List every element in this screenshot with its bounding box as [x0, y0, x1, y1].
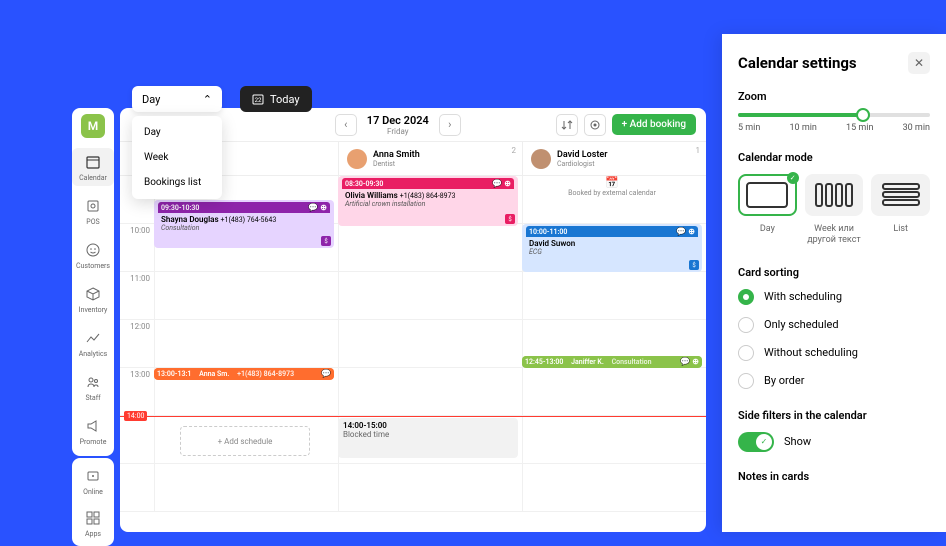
check-icon: ✓	[787, 172, 799, 184]
sort-by-order[interactable]: By order	[738, 373, 930, 389]
zoom-label: Zoom	[738, 90, 930, 103]
sidebar-item-analytics[interactable]: Analytics	[72, 324, 114, 362]
blocked-time[interactable]: 14:00-15:00 Blocked time	[338, 418, 518, 458]
sort-without-scheduling[interactable]: Without scheduling	[738, 345, 930, 361]
view-dropdown-menu: Day Week Bookings list	[132, 116, 222, 199]
message-icon: 💬 ⊕	[676, 227, 695, 236]
user-avatar[interactable]: M	[81, 114, 105, 138]
prev-day-button[interactable]: ‹	[335, 114, 357, 136]
calendar-grid: 9:00 10:00 11:00 12:00 13:00 08:30-09:30…	[120, 176, 706, 532]
online-icon	[83, 466, 103, 486]
hour-label: 13:00	[120, 368, 154, 415]
add-schedule-button[interactable]: + Add schedule	[180, 426, 310, 456]
main-sidebar: M Calendar POS Customers Inventory Analy…	[72, 108, 114, 456]
sidebar-label: Apps	[85, 530, 101, 538]
hour-label: 12:00	[120, 320, 154, 367]
settings-title: Calendar settings	[738, 54, 857, 72]
sidebar-item-customers[interactable]: Customers	[72, 236, 114, 274]
sidebar-label: Staff	[85, 394, 100, 402]
radio-icon	[738, 317, 754, 333]
dropdown-option-week[interactable]: Week	[132, 145, 222, 170]
add-booking-button[interactable]: + Add booking	[612, 114, 696, 135]
sidebar-item-pos[interactable]: POS	[72, 192, 114, 230]
now-indicator	[120, 416, 706, 417]
sidebar-bottom: Online Apps	[72, 458, 114, 546]
radio-icon	[738, 373, 754, 389]
sidebar-label: Analytics	[79, 350, 108, 358]
radio-icon	[738, 345, 754, 361]
settings-button[interactable]	[584, 114, 606, 136]
message-icon: 💬 ⊕	[308, 203, 327, 212]
staff-icon	[83, 372, 103, 392]
dollar-badge: $	[321, 236, 331, 246]
staff-column-header[interactable]: Anna SmithDentist 2	[338, 142, 522, 175]
message-icon: 💬 ⊕	[492, 179, 511, 188]
apps-icon	[83, 508, 103, 528]
dollar-badge: $	[505, 214, 515, 224]
radio-icon	[738, 289, 754, 305]
mode-day-card[interactable]: ✓	[738, 174, 797, 216]
staff-column-header[interactable]: David LosterCardiologist 1	[522, 142, 706, 175]
next-day-button[interactable]: ›	[439, 114, 461, 136]
booking-card[interactable]: 09:30-10:30💬 ⊕ Shayna Douglas +1(483) 76…	[154, 200, 334, 248]
calendar-small-icon: 22	[252, 93, 264, 105]
sidebar-item-calendar[interactable]: Calendar	[72, 148, 114, 186]
sidebar-item-staff[interactable]: Staff	[72, 368, 114, 406]
message-icon: 💬	[321, 369, 331, 378]
notes-label: Notes in cards	[738, 470, 930, 483]
sort-only-scheduled[interactable]: Only scheduled	[738, 317, 930, 333]
sidebar-label: Promote	[80, 438, 107, 446]
sidebar-item-promote[interactable]: Promote	[72, 412, 114, 450]
sort-with-scheduling[interactable]: With scheduling	[738, 289, 930, 305]
dollar-badge: $	[689, 260, 699, 270]
side-filters-label: Side filters in the calendar	[738, 409, 930, 422]
today-button[interactable]: 22 Today	[240, 86, 312, 112]
sidebar-item-online[interactable]: Online	[72, 462, 114, 500]
sidebar-label: POS	[86, 218, 99, 226]
promote-icon	[83, 416, 103, 436]
dropdown-option-day[interactable]: Day	[132, 120, 222, 145]
customers-icon	[83, 240, 103, 260]
avatar	[347, 149, 367, 169]
sidebar-item-inventory[interactable]: Inventory	[72, 280, 114, 318]
dropdown-option-bookings-list[interactable]: Bookings list	[132, 170, 222, 195]
current-date: 17 Dec 2024	[367, 114, 429, 127]
analytics-icon	[83, 328, 103, 348]
hour-label: 10:00	[120, 224, 154, 271]
zoom-slider[interactable]	[738, 113, 930, 117]
chevron-up-icon: ⌃	[203, 93, 212, 106]
slider-thumb[interactable]	[856, 108, 870, 122]
view-dropdown-button[interactable]: Day ⌃	[132, 86, 222, 112]
avatar	[531, 149, 551, 169]
card-sorting-label: Card sorting	[738, 266, 930, 279]
close-button[interactable]: ✕	[908, 52, 930, 74]
sidebar-label: Customers	[76, 262, 110, 270]
mode-list-card[interactable]	[871, 174, 930, 216]
sidebar-label: Calendar	[79, 174, 107, 182]
message-icon: 💬 ⊕	[680, 357, 699, 366]
external-calendar-booking[interactable]: 📅 Booked by external calendar	[522, 176, 702, 216]
sidebar-label: Online	[83, 488, 103, 496]
hour-label: 11:00	[120, 272, 154, 319]
inventory-icon	[83, 284, 103, 304]
booking-card[interactable]: 08:30-09:30💬 ⊕ Olivia Williams +1(483) 8…	[338, 176, 518, 226]
now-time-tag: 14:00	[124, 411, 147, 421]
calendar-settings-panel: Calendar settings ✕ Zoom 5 min 10 min 15…	[722, 34, 946, 532]
booking-card[interactable]: 13:00-13:1 Anna Sm. +1(483) 864-8973💬	[154, 368, 334, 380]
sidebar-item-apps[interactable]: Apps	[72, 504, 114, 542]
date-nav: ‹ 17 Dec 2024 Friday ›	[335, 114, 461, 136]
booking-card[interactable]: 12:45-13:00 Janiffer K. Consultation💬 ⊕	[522, 356, 702, 368]
sort-button[interactable]	[556, 114, 578, 136]
calendar-mode-label: Calendar mode	[738, 151, 930, 164]
mode-week-card[interactable]	[805, 174, 864, 216]
calendar-icon	[83, 152, 103, 172]
pos-icon	[83, 196, 103, 216]
booking-card[interactable]: 10:00-11:00💬 ⊕ David SuwonECG $	[522, 224, 702, 272]
svg-text:22: 22	[255, 97, 262, 104]
sidebar-label: Inventory	[79, 306, 108, 314]
side-filters-toggle[interactable]: ✓	[738, 432, 774, 452]
current-day: Friday	[367, 127, 429, 136]
